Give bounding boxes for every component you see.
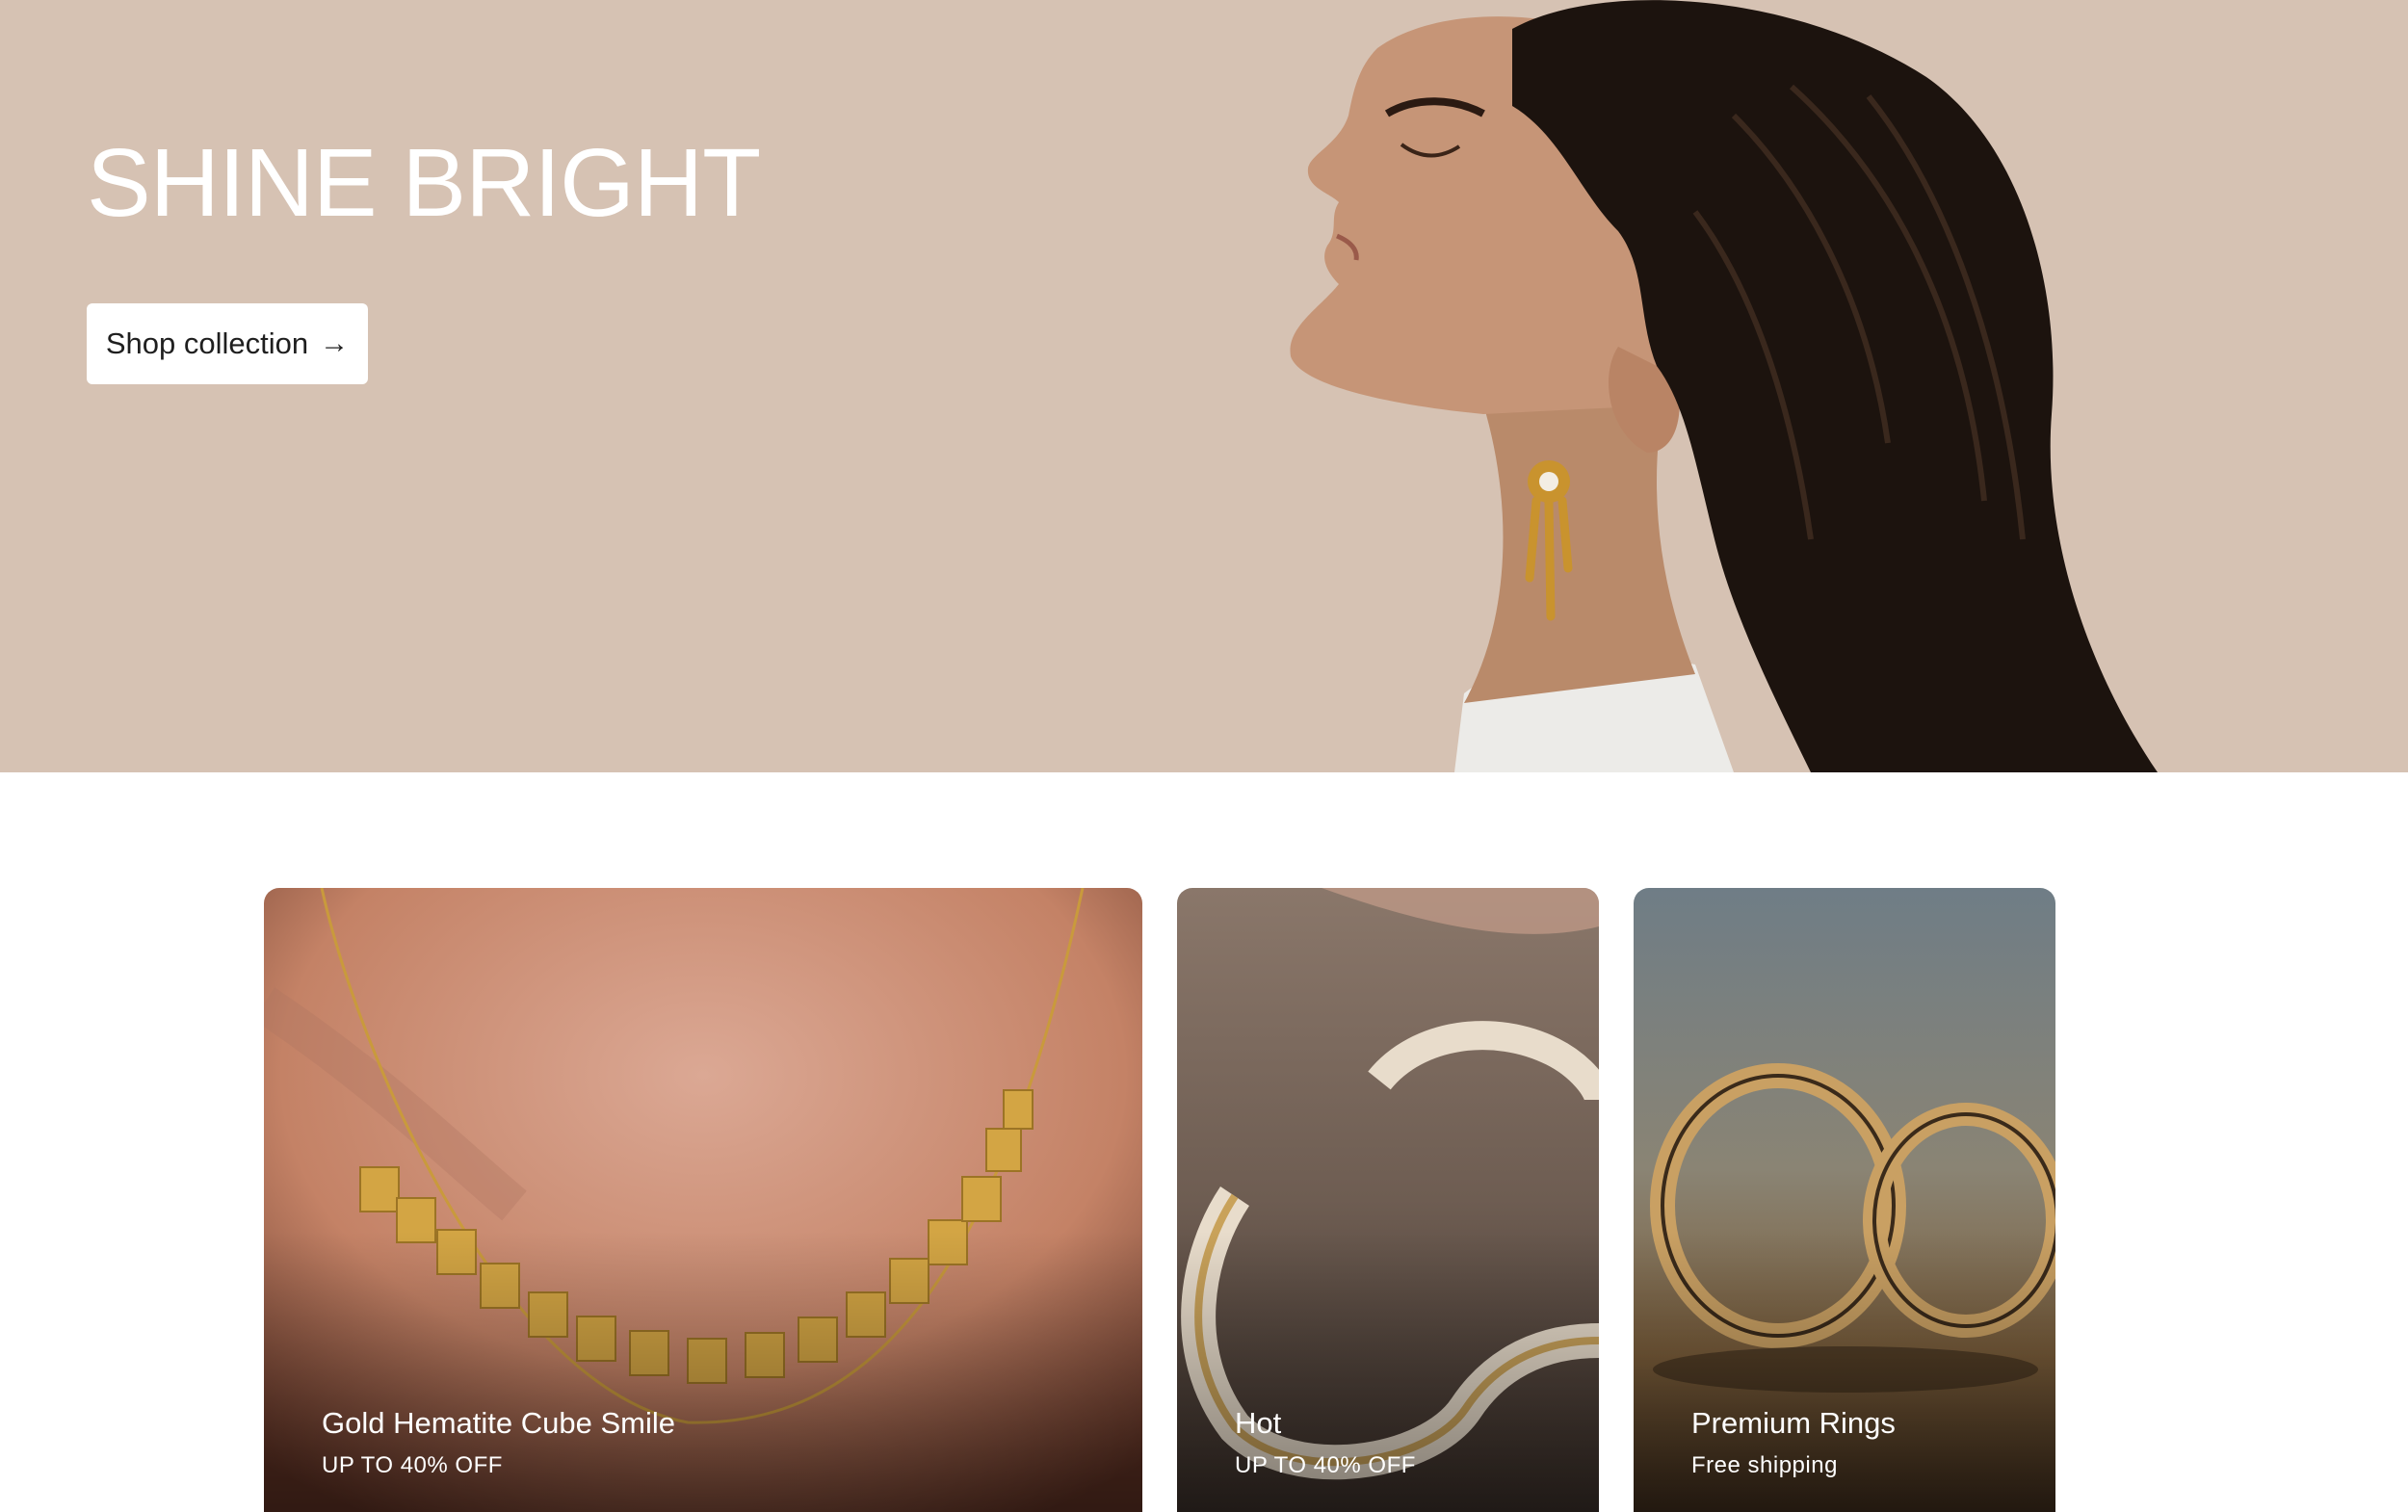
category-card-premium-rings[interactable]: Premium Rings Free shipping <box>1634 888 2055 1512</box>
card-subtitle: UP TO 40% OFF <box>1235 1452 1416 1478</box>
hero-banner: SHINE BRIGHT Shop collection → <box>0 0 2408 772</box>
arrow-right-icon: → <box>320 327 350 359</box>
shop-collection-label: Shop collection <box>105 326 309 360</box>
category-card-necklaces[interactable]: Gold Hematite Cube Smile UP TO 40% OFF <box>264 888 1142 1512</box>
card-title: Premium Rings <box>1691 1406 1896 1440</box>
card-subtitle: Free shipping <box>1691 1452 1838 1478</box>
page: SHINE BRIGHT Shop collection → Gold Hema… <box>0 0 2408 1512</box>
card-title: Hot <box>1235 1406 1282 1440</box>
category-card-hot[interactable]: Hot UP TO 40% OFF <box>1177 888 1599 1512</box>
shop-collection-button[interactable]: Shop collection → <box>87 303 368 384</box>
hero-model-image <box>1290 0 2158 772</box>
card-subtitle: UP TO 40% OFF <box>322 1452 503 1478</box>
hero-title: SHINE BRIGHT <box>87 129 761 237</box>
card-title: Gold Hematite Cube Smile <box>322 1406 675 1440</box>
